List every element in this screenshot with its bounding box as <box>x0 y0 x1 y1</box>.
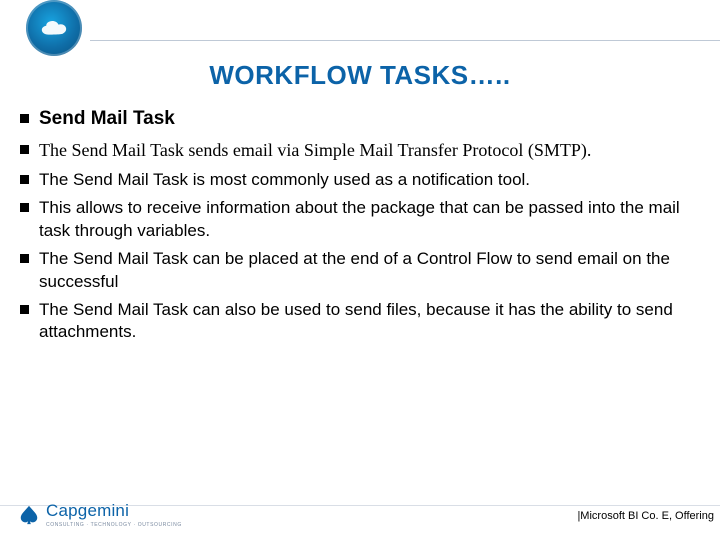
bullet-square-icon <box>20 175 29 184</box>
cloud-badge-icon <box>26 0 82 56</box>
list-item: The Send Mail Task can also be used to s… <box>20 299 700 344</box>
slide: WORKFLOW TASKS….. Send Mail Task The Sen… <box>0 0 720 540</box>
bullet-text: This allows to receive information about… <box>39 197 700 242</box>
section-heading-text: Send Mail Task <box>39 106 700 131</box>
bullet-square-icon <box>20 203 29 212</box>
list-item: This allows to receive information about… <box>20 197 700 242</box>
cloud-icon <box>37 18 71 38</box>
bullet-text: The Send Mail Task can also be used to s… <box>39 299 700 344</box>
list-item: The Send Mail Task sends email via Simpl… <box>20 139 700 163</box>
content-area: Send Mail Task The Send Mail Task sends … <box>20 106 700 350</box>
bullet-square-icon <box>20 114 29 123</box>
header-divider <box>90 40 720 41</box>
slide-title: WORKFLOW TASKS….. <box>0 60 720 91</box>
footer-right-text: |Microsoft BI Co. E, Offering <box>577 510 714 522</box>
footer-brand-tagline: CONSULTING · TECHNOLOGY · OUTSOURCING <box>46 522 182 528</box>
bullet-text: The Send Mail Task can be placed at the … <box>39 248 700 293</box>
bullet-text: The Send Mail Task sends email via Simpl… <box>39 139 700 163</box>
bullet-list: The Send Mail Task sends email via Simpl… <box>20 139 700 344</box>
footer-brand-text: Capgemini CONSULTING · TECHNOLOGY · OUTS… <box>46 501 182 528</box>
footer-brand: Capgemini CONSULTING · TECHNOLOGY · OUTS… <box>18 501 182 528</box>
bullet-square-icon <box>20 254 29 263</box>
section-heading: Send Mail Task <box>20 106 700 131</box>
list-item: The Send Mail Task is most commonly used… <box>20 169 700 191</box>
bullet-square-icon <box>20 305 29 314</box>
spade-icon <box>18 504 40 526</box>
footer-brand-name: Capgemini <box>46 501 182 521</box>
bullet-square-icon <box>20 145 29 154</box>
list-item: The Send Mail Task can be placed at the … <box>20 248 700 293</box>
bullet-text: The Send Mail Task is most commonly used… <box>39 169 700 191</box>
